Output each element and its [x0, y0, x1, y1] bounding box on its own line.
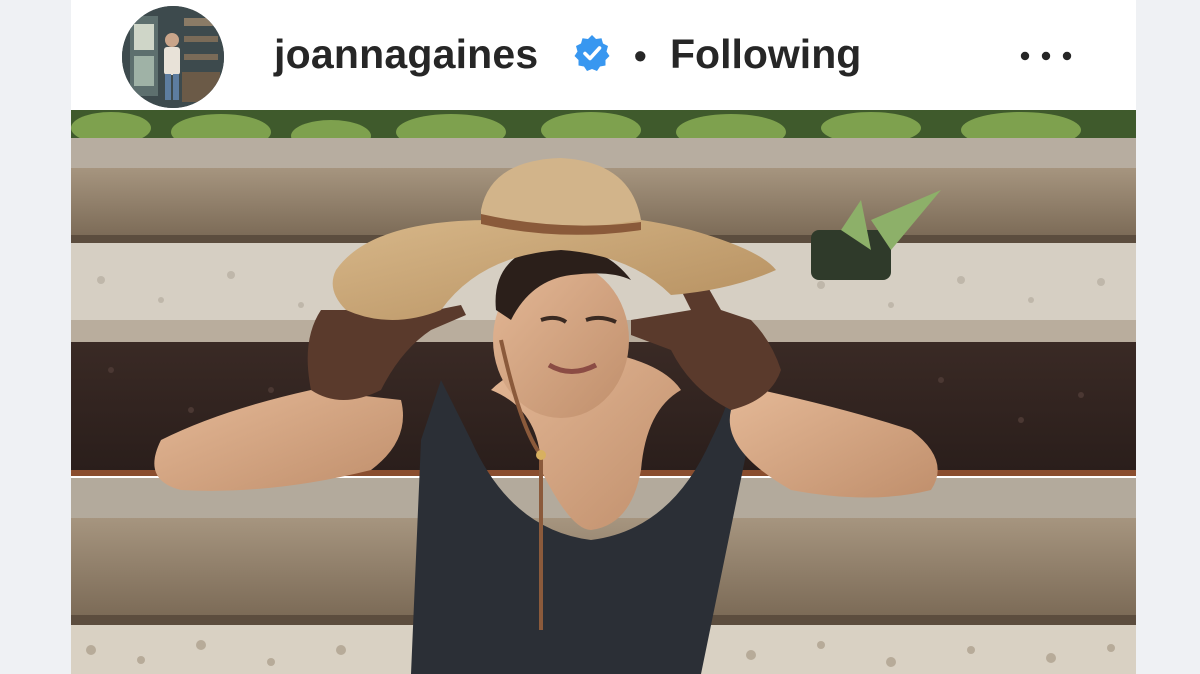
post-photo[interactable] [71, 110, 1136, 674]
author-avatar[interactable] [122, 6, 224, 108]
more-options-icon[interactable] [1016, 40, 1076, 72]
author-username[interactable]: joannagaines [274, 30, 538, 78]
avatar-image [122, 6, 224, 108]
separator-dot: • [634, 35, 647, 76]
post-header: joannagaines • Following [71, 0, 1136, 110]
following-button[interactable]: Following [670, 30, 861, 78]
garden-photo-image [71, 110, 1136, 674]
verified-badge-icon [572, 33, 612, 73]
page: joannagaines • Following [0, 0, 1200, 674]
instagram-post: joannagaines • Following [71, 0, 1136, 674]
